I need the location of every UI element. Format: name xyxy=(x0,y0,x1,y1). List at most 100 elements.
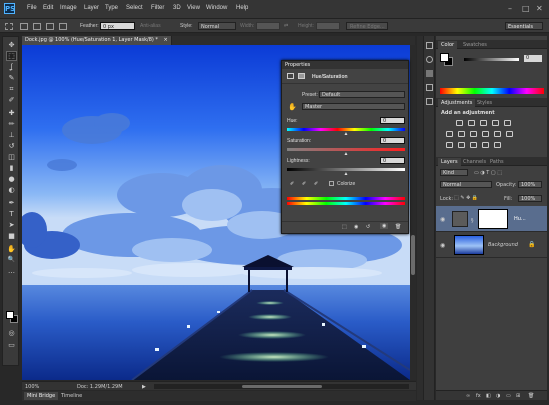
feather-input[interactable]: 0 px xyxy=(100,22,135,30)
intersect-selection-icon[interactable] xyxy=(59,23,67,30)
channel-mixer-icon[interactable] xyxy=(494,131,501,137)
color-foreground-swatch[interactable] xyxy=(440,53,449,62)
menu-layer[interactable]: Layer xyxy=(84,5,99,11)
menu-type[interactable]: Type xyxy=(105,5,118,11)
workspace-select[interactable]: Essentials xyxy=(505,22,543,30)
lightness-input[interactable]: 0 xyxy=(380,157,405,164)
menu-filter[interactable]: Filter xyxy=(151,5,164,11)
layer-style-icon[interactable]: fx xyxy=(476,393,481,399)
new-selection-icon[interactable] xyxy=(20,23,28,30)
channel-select[interactable]: Master xyxy=(302,103,405,110)
quick-mask-button[interactable]: ◎ xyxy=(7,329,16,337)
history-brush-tool[interactable]: ↺ xyxy=(7,142,16,150)
tab-mini-bridge[interactable]: Mini Bridge xyxy=(24,392,59,400)
close-button[interactable]: ✕ xyxy=(536,4,543,13)
brightness-icon[interactable] xyxy=(456,120,463,126)
zoom-level[interactable]: 100% xyxy=(25,384,39,390)
character-icon[interactable] xyxy=(426,70,433,77)
delete-layer-icon[interactable]: 🗑 xyxy=(528,393,534,399)
type-tool[interactable]: T xyxy=(7,210,16,218)
curves-icon[interactable] xyxy=(480,120,487,126)
menu-image[interactable]: Image xyxy=(60,5,77,11)
exposure-icon[interactable] xyxy=(492,120,499,126)
eyedropper-plus-icon[interactable]: ✐ xyxy=(302,181,306,187)
brush-tool[interactable]: ✏ xyxy=(7,120,16,128)
colorize-checkbox[interactable] xyxy=(329,181,334,186)
add-selection-icon[interactable] xyxy=(33,23,41,30)
dodge-tool[interactable]: ◐ xyxy=(7,186,16,194)
tab-layers[interactable]: Layers xyxy=(438,158,461,166)
clip-to-layer-icon[interactable]: ⬚ xyxy=(342,224,347,230)
close-tab-icon[interactable]: × xyxy=(164,37,168,43)
levels-icon[interactable] xyxy=(468,120,475,126)
layer-row[interactable]: ◉ Background 🔒 xyxy=(436,232,547,258)
new-adjustment-icon[interactable]: ◑ xyxy=(496,393,500,399)
crop-tool[interactable]: ⌗ xyxy=(7,85,16,93)
view-previous-icon[interactable]: ◉ xyxy=(354,224,358,230)
brush-presets-icon[interactable] xyxy=(426,98,433,105)
path-select-tool[interactable]: ➤ xyxy=(7,221,16,229)
fill-input[interactable]: 100% xyxy=(518,195,542,202)
reset-icon[interactable]: ↺ xyxy=(366,224,370,230)
height-input[interactable] xyxy=(316,22,340,30)
status-menu-arrow-icon[interactable]: ▶ xyxy=(142,384,146,390)
move-tool[interactable]: ✥ xyxy=(7,41,16,49)
eye-icon[interactable]: ◉ xyxy=(440,242,445,249)
style-select[interactable]: Normal xyxy=(198,22,236,30)
photo-filter-icon[interactable] xyxy=(482,131,489,137)
hue-sat-icon[interactable] xyxy=(446,131,453,137)
layer-row[interactable]: ◉ § Hu... xyxy=(436,206,547,232)
tab-styles[interactable]: Styles xyxy=(474,99,495,107)
layer-name[interactable]: Hu... xyxy=(514,216,526,222)
color-slider[interactable] xyxy=(464,58,519,61)
marquee-tool-icon[interactable] xyxy=(5,23,13,30)
pen-tool[interactable]: ✒ xyxy=(7,199,16,207)
eyedropper-minus-icon[interactable]: ✐ xyxy=(314,181,318,187)
visibility-icon[interactable]: ◉ xyxy=(380,223,389,229)
tab-channels[interactable]: Channels xyxy=(460,158,489,166)
more-tools[interactable]: … xyxy=(7,267,16,275)
hue-input[interactable]: 0 xyxy=(380,117,405,124)
new-group-icon[interactable]: ▭ xyxy=(506,393,511,399)
link-layers-icon[interactable]: ∞ xyxy=(466,393,470,399)
marquee-tool[interactable]: ⬚ xyxy=(6,51,17,61)
antialias-checkbox[interactable]: Anti-alias xyxy=(140,23,161,29)
color-lookup-icon[interactable] xyxy=(506,131,513,137)
tab-swatches[interactable]: Swatches xyxy=(460,41,490,49)
vibrance-icon[interactable] xyxy=(504,120,511,126)
eyedropper-icon[interactable]: ✐ xyxy=(290,181,294,187)
layer-mask-thumbnail[interactable] xyxy=(478,209,508,229)
lasso-tool[interactable]: ʆ xyxy=(7,63,16,71)
lightness-slider-thumb[interactable]: ▲ xyxy=(344,171,349,177)
width-input[interactable] xyxy=(256,22,280,30)
tab-adjustments[interactable]: Adjustments xyxy=(438,99,476,107)
foreground-color-swatch[interactable] xyxy=(6,311,14,319)
layer-name[interactable]: Background xyxy=(488,242,518,248)
hue-slider-thumb[interactable]: ▲ xyxy=(344,131,349,137)
tab-timeline[interactable]: Timeline xyxy=(58,392,85,400)
selective-color-icon[interactable] xyxy=(494,142,501,148)
saturation-input[interactable]: 0 xyxy=(380,137,405,144)
mask-icon[interactable] xyxy=(298,73,305,79)
target-adjust-icon[interactable]: ✋ xyxy=(288,103,297,111)
actions-icon[interactable] xyxy=(426,56,433,63)
clone-stamp-tool[interactable]: ⊥ xyxy=(7,131,16,139)
healing-tool[interactable]: ✚ xyxy=(7,109,16,117)
tab-paths[interactable]: Paths xyxy=(487,158,507,166)
swap-icon[interactable]: ⇄ xyxy=(284,23,288,29)
threshold-icon[interactable] xyxy=(470,142,477,148)
add-mask-icon[interactable]: ◧ xyxy=(486,393,491,399)
gradient-map-icon[interactable] xyxy=(482,142,489,148)
screen-mode-button[interactable]: ▭ xyxy=(7,341,16,349)
eye-icon[interactable]: ◉ xyxy=(440,216,445,223)
layer-filter-select[interactable]: Kind xyxy=(440,169,468,176)
blur-tool[interactable]: ● xyxy=(7,175,16,183)
document-tab[interactable]: Dock.jpg @ 100% (Hue/Saturation 1, Layer… xyxy=(22,36,172,45)
lock-icons[interactable]: ⬚ ✎ ✥ 🔒 xyxy=(454,195,478,201)
horizontal-scroll-thumb[interactable] xyxy=(242,385,322,388)
shape-tool[interactable]: ■ xyxy=(7,232,16,240)
eraser-tool[interactable]: ◫ xyxy=(7,153,16,161)
menu-select[interactable]: Select xyxy=(126,5,143,11)
posterize-icon[interactable] xyxy=(458,142,465,148)
history-icon[interactable] xyxy=(426,42,433,49)
